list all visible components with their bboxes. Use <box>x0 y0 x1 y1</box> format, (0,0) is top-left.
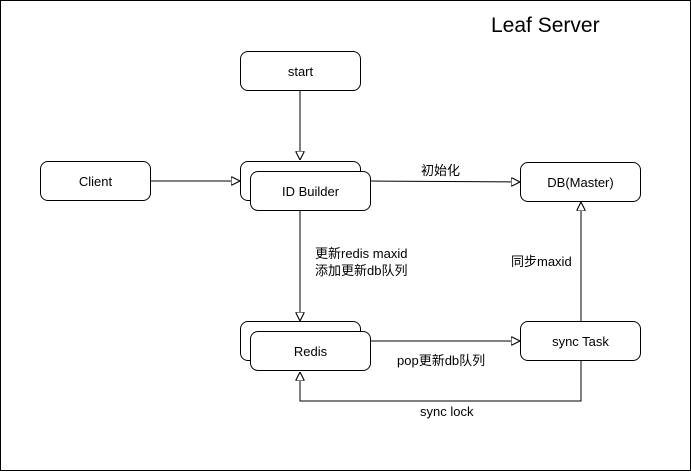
sync-task-node-label: sync Task <box>552 333 609 349</box>
edge-label-pop-update: pop更新db队列 <box>397 353 486 368</box>
edge-label-sync-maxid: 同步maxid <box>511 254 572 269</box>
edge-label-sync-lock: sync lock <box>420 404 474 419</box>
client-node-label: Client <box>78 173 113 189</box>
diagram-canvas: Leaf Server start Client ID Builder DB(M… <box>0 0 691 471</box>
edge-idbuilder-to-db <box>370 181 520 182</box>
diagram-title: Leaf Server <box>491 14 600 37</box>
id-builder-node-label: ID Builder <box>281 183 340 199</box>
start-node-label: start <box>287 63 314 79</box>
edge-label-update-redis-line1: 更新redis maxid <box>315 246 408 261</box>
db-master-node[interactable]: DB(Master) <box>520 162 641 202</box>
edge-label-init: 初始化 <box>421 163 461 178</box>
redis-node[interactable]: Redis <box>250 331 371 371</box>
start-node[interactable]: start <box>240 51 361 91</box>
client-node[interactable]: Client <box>40 161 151 201</box>
redis-node-label: Redis <box>293 343 328 359</box>
db-master-node-label: DB(Master) <box>547 174 614 190</box>
id-builder-node[interactable]: ID Builder <box>250 171 371 211</box>
edge-label-update-redis-line2: 添加更新db队列 <box>315 263 408 278</box>
sync-task-node[interactable]: sync Task <box>520 321 641 361</box>
